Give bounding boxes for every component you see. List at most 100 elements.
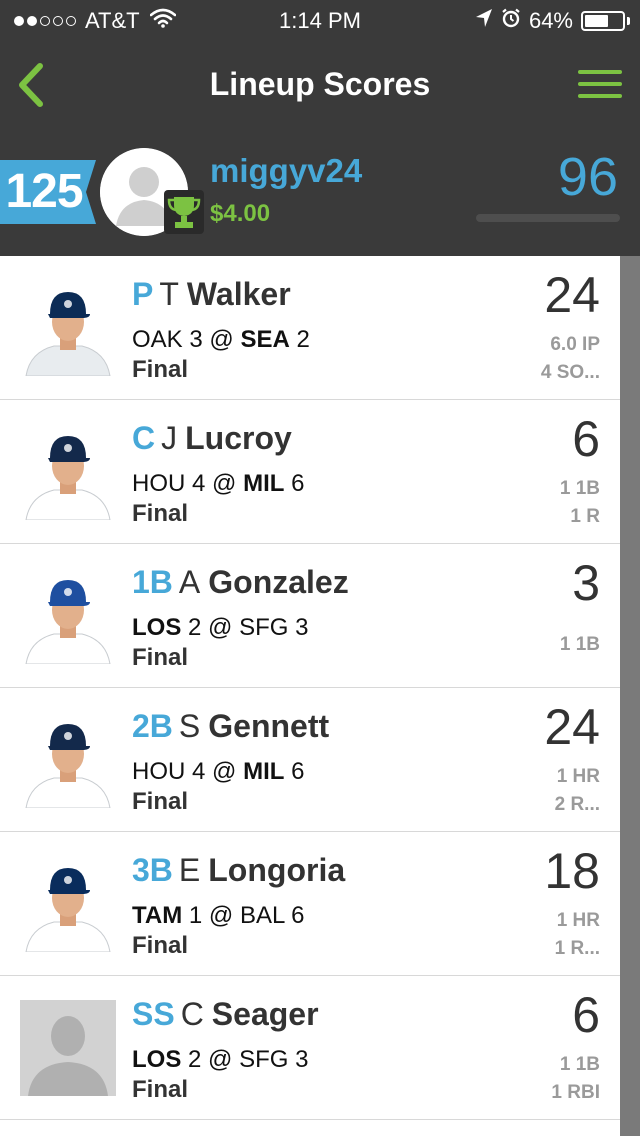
home-score: 2 bbox=[296, 326, 310, 353]
away-team: HOU bbox=[132, 758, 186, 785]
away-score: 1 bbox=[188, 902, 203, 929]
stat-line-1: 1 1B bbox=[559, 634, 600, 655]
player-photo bbox=[20, 424, 116, 520]
game-matchup: HOU 4 @ MIL 6 bbox=[132, 758, 304, 786]
player-headshot-icon bbox=[20, 424, 116, 520]
player-row[interactable]: 1B A Gonzalez LOS 2 @ SFG 3 Final 3 1 1B bbox=[0, 544, 620, 688]
at-symbol: @ bbox=[209, 326, 234, 353]
player-row[interactable]: SS C Seager LOS 2 @ SFG 3 Final 6 1 1B 1 R… bbox=[0, 976, 620, 1120]
home-team: SFG bbox=[239, 1046, 289, 1073]
winnings-amount: $4.00 bbox=[210, 200, 271, 227]
status-right-group: 64% bbox=[467, 8, 630, 34]
stat-line-1: 1 1B bbox=[559, 1054, 600, 1075]
at-symbol: @ bbox=[208, 614, 233, 641]
at-symbol: @ bbox=[212, 470, 237, 497]
rank-value: 125 bbox=[5, 165, 83, 218]
stat-line-2: 4 SO... bbox=[540, 362, 600, 383]
away-team: TAM bbox=[132, 902, 183, 929]
rank-badge: 125 bbox=[0, 160, 96, 224]
game-matchup: LOS 2 @ SFG 3 bbox=[132, 614, 308, 642]
player-headshot-icon bbox=[20, 856, 116, 952]
home-score: 6 bbox=[291, 758, 305, 785]
game-matchup: LOS 2 @ SFG 3 bbox=[132, 1046, 308, 1074]
hamburger-menu-icon bbox=[578, 82, 622, 86]
chevron-left-icon bbox=[19, 63, 43, 107]
player-last-name: Seager bbox=[211, 996, 319, 1032]
away-score: 4 bbox=[192, 758, 206, 785]
player-position: SS bbox=[132, 996, 175, 1032]
battery-icon bbox=[581, 11, 625, 31]
player-position: 3B bbox=[132, 852, 173, 888]
player-position: C bbox=[132, 420, 156, 456]
nav-bar: Lineup Scores bbox=[0, 40, 640, 132]
stat-line-1: 1 HR bbox=[556, 766, 600, 787]
player-points: 6 bbox=[572, 411, 600, 467]
home-score: 3 bbox=[295, 614, 309, 641]
player-position: 2B bbox=[132, 708, 173, 744]
away-team: HOU bbox=[132, 470, 186, 497]
home-team: SEA bbox=[240, 326, 290, 353]
alarm-clock-icon bbox=[501, 8, 521, 34]
player-initial: A bbox=[178, 564, 201, 600]
player-photo-placeholder bbox=[20, 1000, 116, 1096]
menu-button[interactable] bbox=[576, 66, 624, 104]
away-team: LOS bbox=[132, 614, 182, 641]
player-last-name: Longoria bbox=[208, 852, 346, 888]
game-status: Final bbox=[132, 932, 189, 959]
battery-cap bbox=[627, 17, 630, 25]
hamburger-menu-icon bbox=[578, 70, 622, 74]
hamburger-menu-icon bbox=[578, 94, 622, 98]
username-link[interactable]: miggyv24 bbox=[210, 152, 362, 190]
away-team: LOS bbox=[132, 1046, 182, 1073]
home-score: 6 bbox=[291, 470, 305, 497]
home-score: 6 bbox=[291, 902, 305, 929]
stat-line-1: 6.0 IP bbox=[550, 334, 600, 355]
player-points: 6 bbox=[572, 987, 600, 1043]
stat-line-2: 1 R bbox=[570, 506, 600, 527]
player-name[interactable]: 2B S Gennett bbox=[132, 708, 329, 745]
back-button[interactable] bbox=[10, 60, 60, 110]
player-initial: T bbox=[159, 276, 179, 312]
player-photo bbox=[20, 568, 116, 664]
player-name[interactable]: C J Lucroy bbox=[132, 420, 292, 457]
player-row[interactable]: 3B E Longoria TAM 1 @ BAL 6 Final 18 1 HR … bbox=[0, 832, 620, 976]
player-last-name: Lucroy bbox=[185, 420, 292, 456]
player-last-name: Walker bbox=[186, 276, 291, 312]
player-initial: C bbox=[180, 996, 204, 1032]
score-progress-bar bbox=[476, 214, 620, 222]
user-silhouette-icon bbox=[20, 1000, 116, 1096]
game-status: Final bbox=[132, 1076, 189, 1103]
away-score: 2 bbox=[188, 614, 202, 641]
player-points: 18 bbox=[544, 843, 600, 899]
away-score: 3 bbox=[189, 326, 203, 353]
player-points: 24 bbox=[544, 699, 600, 755]
home-score: 3 bbox=[295, 1046, 309, 1073]
scrollbar[interactable] bbox=[620, 256, 640, 1136]
player-initial: S bbox=[178, 708, 201, 744]
player-last-name: Gennett bbox=[208, 708, 330, 744]
player-list[interactable]: P T Walker OAK 3 @ SEA 2 Final 24 6.0 IP 4… bbox=[0, 256, 620, 1136]
player-photo bbox=[20, 280, 116, 376]
player-name[interactable]: P T Walker bbox=[132, 276, 291, 313]
player-name[interactable]: SS C Seager bbox=[132, 996, 319, 1033]
at-symbol: @ bbox=[208, 902, 234, 929]
away-team: OAK bbox=[132, 326, 183, 353]
at-symbol: @ bbox=[212, 758, 237, 785]
player-row[interactable]: P T Walker OAK 3 @ SEA 2 Final 24 6.0 IP 4… bbox=[0, 256, 620, 400]
player-last-name: Gonzalez bbox=[208, 564, 349, 600]
player-name[interactable]: 1B A Gonzalez bbox=[132, 564, 349, 601]
game-status: Final bbox=[132, 788, 189, 815]
player-name[interactable]: 3B E Longoria bbox=[132, 852, 345, 889]
home-team: BAL bbox=[239, 902, 285, 929]
page-title: Lineup Scores bbox=[209, 66, 431, 102]
battery-level bbox=[585, 15, 608, 27]
game-status: Final bbox=[132, 356, 189, 383]
player-headshot-icon bbox=[20, 712, 116, 808]
player-position: 1B bbox=[132, 564, 173, 600]
home-team: MIL bbox=[243, 470, 285, 497]
stat-line-2: 1 R... bbox=[554, 938, 600, 959]
player-photo bbox=[20, 712, 116, 808]
player-row[interactable]: C J Lucroy HOU 4 @ MIL 6 Final 6 1 1B 1 R bbox=[0, 400, 620, 544]
player-row[interactable]: 2B S Gennett HOU 4 @ MIL 6 Final 24 1 HR 2… bbox=[0, 688, 620, 832]
home-team: MIL bbox=[243, 758, 285, 785]
